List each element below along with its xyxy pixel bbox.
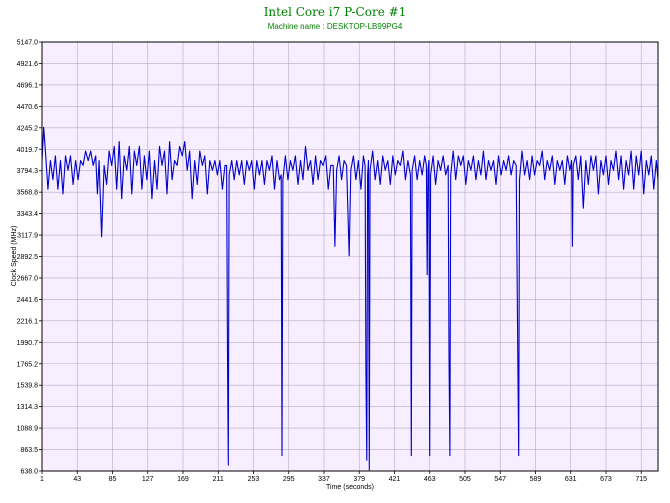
x-tick-label: 85 xyxy=(109,476,117,483)
x-tick-label: 1 xyxy=(40,476,44,483)
y-tick-label: 638.0 xyxy=(20,469,38,476)
x-tick-label: 169 xyxy=(177,476,189,483)
chart-subtitle: Machine name : DESKTOP-LB99PG4 xyxy=(268,22,403,31)
x-tick-label: 631 xyxy=(565,476,577,483)
y-tick-label: 4696.1 xyxy=(17,82,39,89)
x-tick-label: 337 xyxy=(318,476,330,483)
x-tick-label: 253 xyxy=(248,476,260,483)
y-tick-label: 863.5 xyxy=(20,447,38,454)
y-tick-label: 5147.0 xyxy=(17,40,39,47)
y-tick-label: 1765.2 xyxy=(17,361,39,368)
x-tick-label: 589 xyxy=(530,476,542,483)
x-tick-label: 127 xyxy=(142,476,154,483)
x-tick-label: 715 xyxy=(635,476,647,483)
y-tick-label: 3343.4 xyxy=(17,211,39,218)
x-tick-label: 295 xyxy=(283,476,295,483)
y-tick-label: 4019.7 xyxy=(17,147,39,154)
x-axis-label: Time (seconds) xyxy=(326,484,374,491)
y-tick-label: 3568.8 xyxy=(17,190,39,197)
x-tick-label: 211 xyxy=(213,476,224,483)
y-tick-label: 1539.8 xyxy=(17,383,39,390)
y-tick-label: 2216.1 xyxy=(17,318,39,325)
y-tick-label: 1088.9 xyxy=(17,426,39,433)
y-tick-label: 1990.7 xyxy=(17,340,39,347)
x-tick-label: 379 xyxy=(353,476,365,483)
x-tick-label: 43 xyxy=(73,476,81,483)
x-tick-label: 463 xyxy=(424,476,436,483)
x-tick-label: 547 xyxy=(494,476,506,483)
y-tick-label: 2892.5 xyxy=(17,254,39,261)
y-tick-label: 4470.6 xyxy=(17,104,39,111)
x-tick-label: 673 xyxy=(600,476,612,483)
y-tick-label: 4921.6 xyxy=(17,61,39,68)
y-axis-ticks: 638.0 863.5 1088.9 1314.3 1539.8 1765.2 1990.7… xyxy=(17,40,42,476)
y-tick-label: 3117.9 xyxy=(17,233,38,240)
x-axis-ticks: 1 43 85 127 169 211 253 295 337 379 421 463 505 547 58… xyxy=(40,471,647,483)
x-tick-label: 505 xyxy=(459,476,471,483)
y-tick-label: 2667.0 xyxy=(17,275,39,282)
y-tick-label: 2441.6 xyxy=(17,297,39,304)
y-axis-label: Clock Speed (MHz) xyxy=(11,226,18,287)
clock-speed-chart: Intel Core i7 P-Core #1 Machine name : D… xyxy=(11,5,659,491)
grid-lines xyxy=(41,41,658,472)
y-tick-label: 3794.3 xyxy=(17,168,39,175)
y-tick-label: 4245.2 xyxy=(17,125,39,132)
x-tick-label: 421 xyxy=(389,476,401,483)
y-tick-label: 1314.3 xyxy=(17,404,39,411)
chart-title: Intel Core i7 P-Core #1 xyxy=(264,5,407,19)
